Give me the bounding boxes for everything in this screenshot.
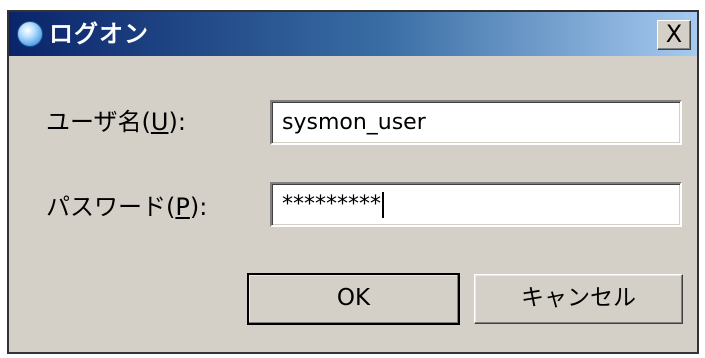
password-mnemonic: P bbox=[175, 193, 190, 221]
ok-button[interactable]: OK bbox=[247, 273, 460, 325]
password-field[interactable]: ********* bbox=[270, 182, 682, 227]
password-label: パスワード(P): bbox=[46, 193, 208, 221]
window-title: ログオン bbox=[49, 20, 149, 48]
text-caret bbox=[382, 192, 384, 218]
title-bar[interactable]: ログオン X bbox=[9, 12, 697, 56]
globe-icon bbox=[17, 21, 43, 47]
close-icon[interactable]: X bbox=[657, 20, 691, 50]
logon-dialog: ログオン X ユーザ名(U): sysmon_user パスワード(P): **… bbox=[7, 10, 699, 354]
cancel-button[interactable]: キャンセル bbox=[474, 274, 683, 324]
username-field[interactable]: sysmon_user bbox=[270, 100, 682, 145]
username-mnemonic: U bbox=[150, 108, 169, 136]
username-label: ユーザ名(U): bbox=[46, 108, 186, 136]
